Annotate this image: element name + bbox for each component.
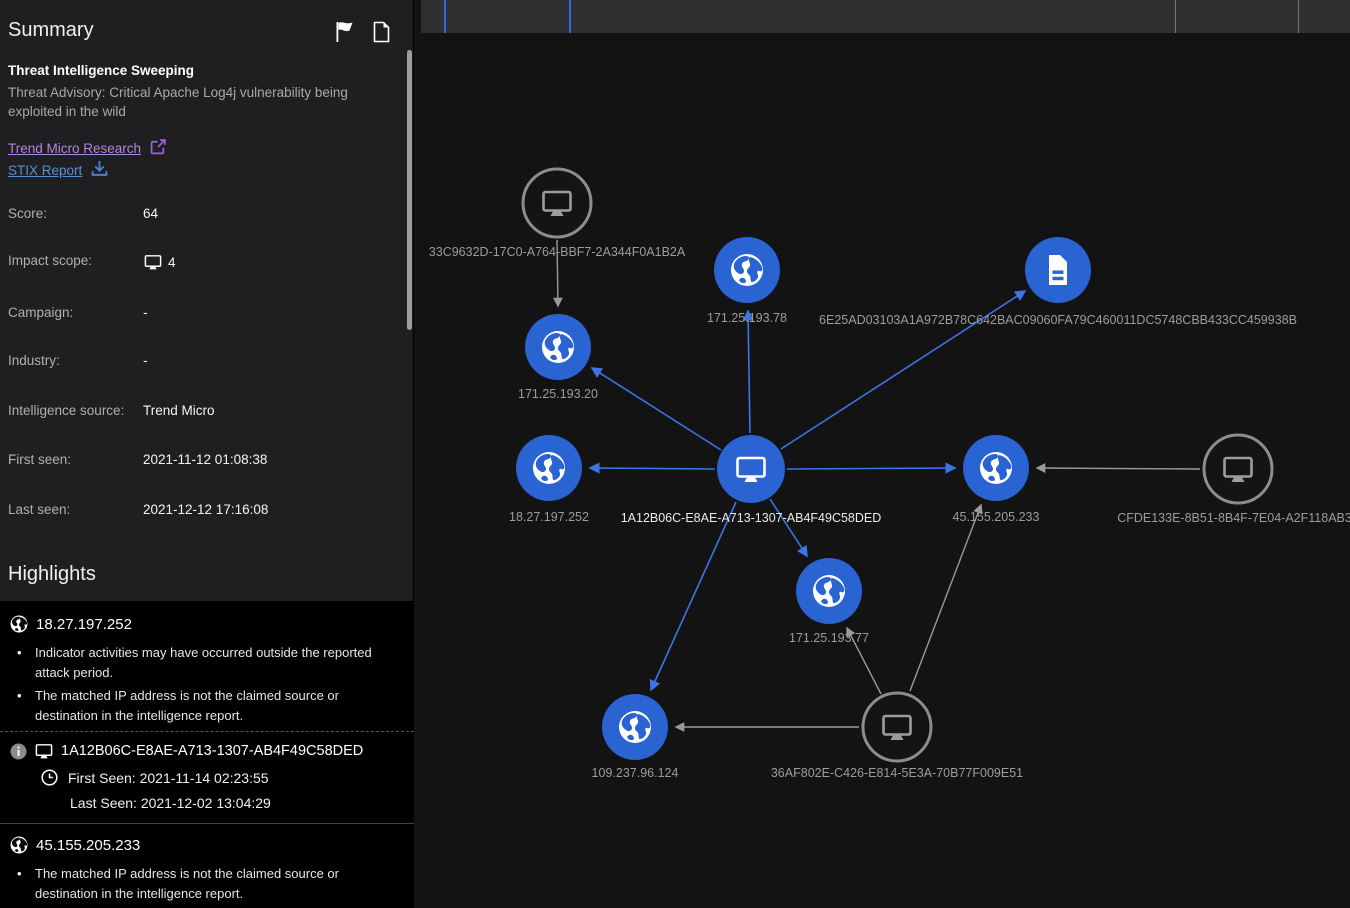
download-icon[interactable] (91, 160, 108, 180)
trend-micro-research-link[interactable]: Trend Micro Research (8, 141, 141, 156)
node-label: 1A12B06C-E8AE-A713-1307-AB4F49C58DED (621, 511, 882, 525)
panel-scrollbar[interactable] (407, 50, 412, 330)
endpoint-icon (143, 253, 163, 271)
clock-icon (41, 769, 58, 786)
highlight-entity[interactable]: 45.155.205.233 (36, 837, 140, 854)
highlights-list: 18.27.197.252 Indicator activities may h… (0, 601, 414, 908)
highlight-notes: Indicator activities may have occurred o… (10, 643, 404, 725)
highlight-notes: The matched IP address is not the claime… (10, 864, 404, 903)
separator (0, 731, 414, 732)
graph-node-ip[interactable] (525, 314, 591, 380)
external-link-icon[interactable] (150, 138, 167, 158)
highlight-entity[interactable]: 1A12B06C-E8AE-A713-1307-AB4F49C58DED (61, 743, 363, 759)
globe-icon (10, 615, 28, 633)
graph-node-ip[interactable] (714, 237, 780, 303)
node-label: 6E25AD03103A1A972B78C642BAC09060FA79C460… (819, 313, 1297, 327)
graph-edge (770, 499, 807, 556)
highlight-last-seen: Last Seen: 2021-12-02 13:04:29 (70, 795, 271, 811)
summary-panel: Summary Threat Intelligence Sweeping Thr… (0, 0, 414, 908)
node-label: 171.25.193.78 (707, 311, 787, 325)
report-type: Threat Intelligence Sweeping (8, 63, 194, 78)
highlight-item-ip1: 18.27.197.252 (10, 615, 404, 633)
node-label: 171.25.193.77 (789, 631, 869, 645)
graph-node-endpoint-unaffected[interactable] (523, 169, 591, 237)
node-label: 45.155.205.233 (953, 510, 1040, 524)
globe-icon (533, 452, 565, 484)
flag-icon[interactable] (335, 21, 356, 43)
graph-edge (748, 311, 750, 433)
globe-icon (980, 452, 1012, 484)
graph-node-ip[interactable] (796, 558, 862, 624)
report-title: Threat Advisory: Critical Apache Log4j v… (8, 83, 396, 121)
node-label: 171.25.193.20 (518, 387, 598, 401)
node-label: CFDE133E-8B51-8B4F-7E04-A2F118AB32 (1117, 511, 1350, 525)
info-icon (10, 743, 27, 760)
graph-node-file[interactable] (1025, 237, 1091, 303)
graph-edge (590, 468, 715, 469)
correlation-graph-pane: 33C9632D-17C0-A764-BBF7-2A344F0A1B2A 171… (414, 0, 1350, 908)
node-label: 18.27.197.252 (509, 510, 589, 524)
highlights-title: Highlights (8, 563, 96, 586)
graph-node-ip[interactable] (602, 694, 668, 760)
endpoint-icon (34, 742, 54, 760)
globe-icon (813, 575, 845, 607)
graph-node-endpoint-affected[interactable] (717, 435, 785, 503)
graph-canvas[interactable]: 33C9632D-17C0-A764-BBF7-2A344F0A1B2A 171… (414, 0, 1350, 908)
globe-icon (731, 254, 763, 286)
highlight-item-endpoint: 1A12B06C-E8AE-A713-1307-AB4F49C58DED (10, 742, 404, 760)
file-icon (1049, 255, 1067, 285)
graph-node-ip[interactable] (963, 435, 1029, 501)
graph-edge (592, 368, 721, 450)
highlight-entity[interactable]: 18.27.197.252 (36, 616, 132, 633)
node-label: 33C9632D-17C0-A764-BBF7-2A344F0A1B2A (429, 245, 686, 259)
highlight-item-ip2: 45.155.205.233 (10, 836, 404, 854)
globe-icon (542, 331, 574, 363)
globe-icon (10, 836, 28, 854)
node-label: 109.237.96.124 (592, 766, 679, 780)
stix-report-link[interactable]: STIX Report (8, 163, 82, 178)
graph-edge (910, 505, 981, 691)
graph-node-ip[interactable] (516, 435, 582, 501)
graph-edge (651, 502, 736, 690)
globe-icon (619, 711, 651, 743)
graph-edge (787, 468, 955, 469)
graph-node-endpoint-unaffected[interactable] (863, 693, 931, 761)
graph-node-endpoint-unaffected[interactable] (1204, 435, 1272, 503)
impact-scope-value[interactable]: 4 (143, 253, 176, 271)
graph-edge (1037, 468, 1200, 469)
node-label: 36AF802E-C426-E814-5E3A-70B77F009E51 (771, 766, 1023, 780)
report-page-icon[interactable] (372, 21, 391, 43)
summary-title: Summary (8, 19, 94, 42)
highlight-first-seen: First Seen: 2021-11-14 02:23:55 (68, 770, 269, 786)
workbench-root: Summary Threat Intelligence Sweeping Thr… (0, 0, 1350, 908)
separator (0, 823, 414, 824)
